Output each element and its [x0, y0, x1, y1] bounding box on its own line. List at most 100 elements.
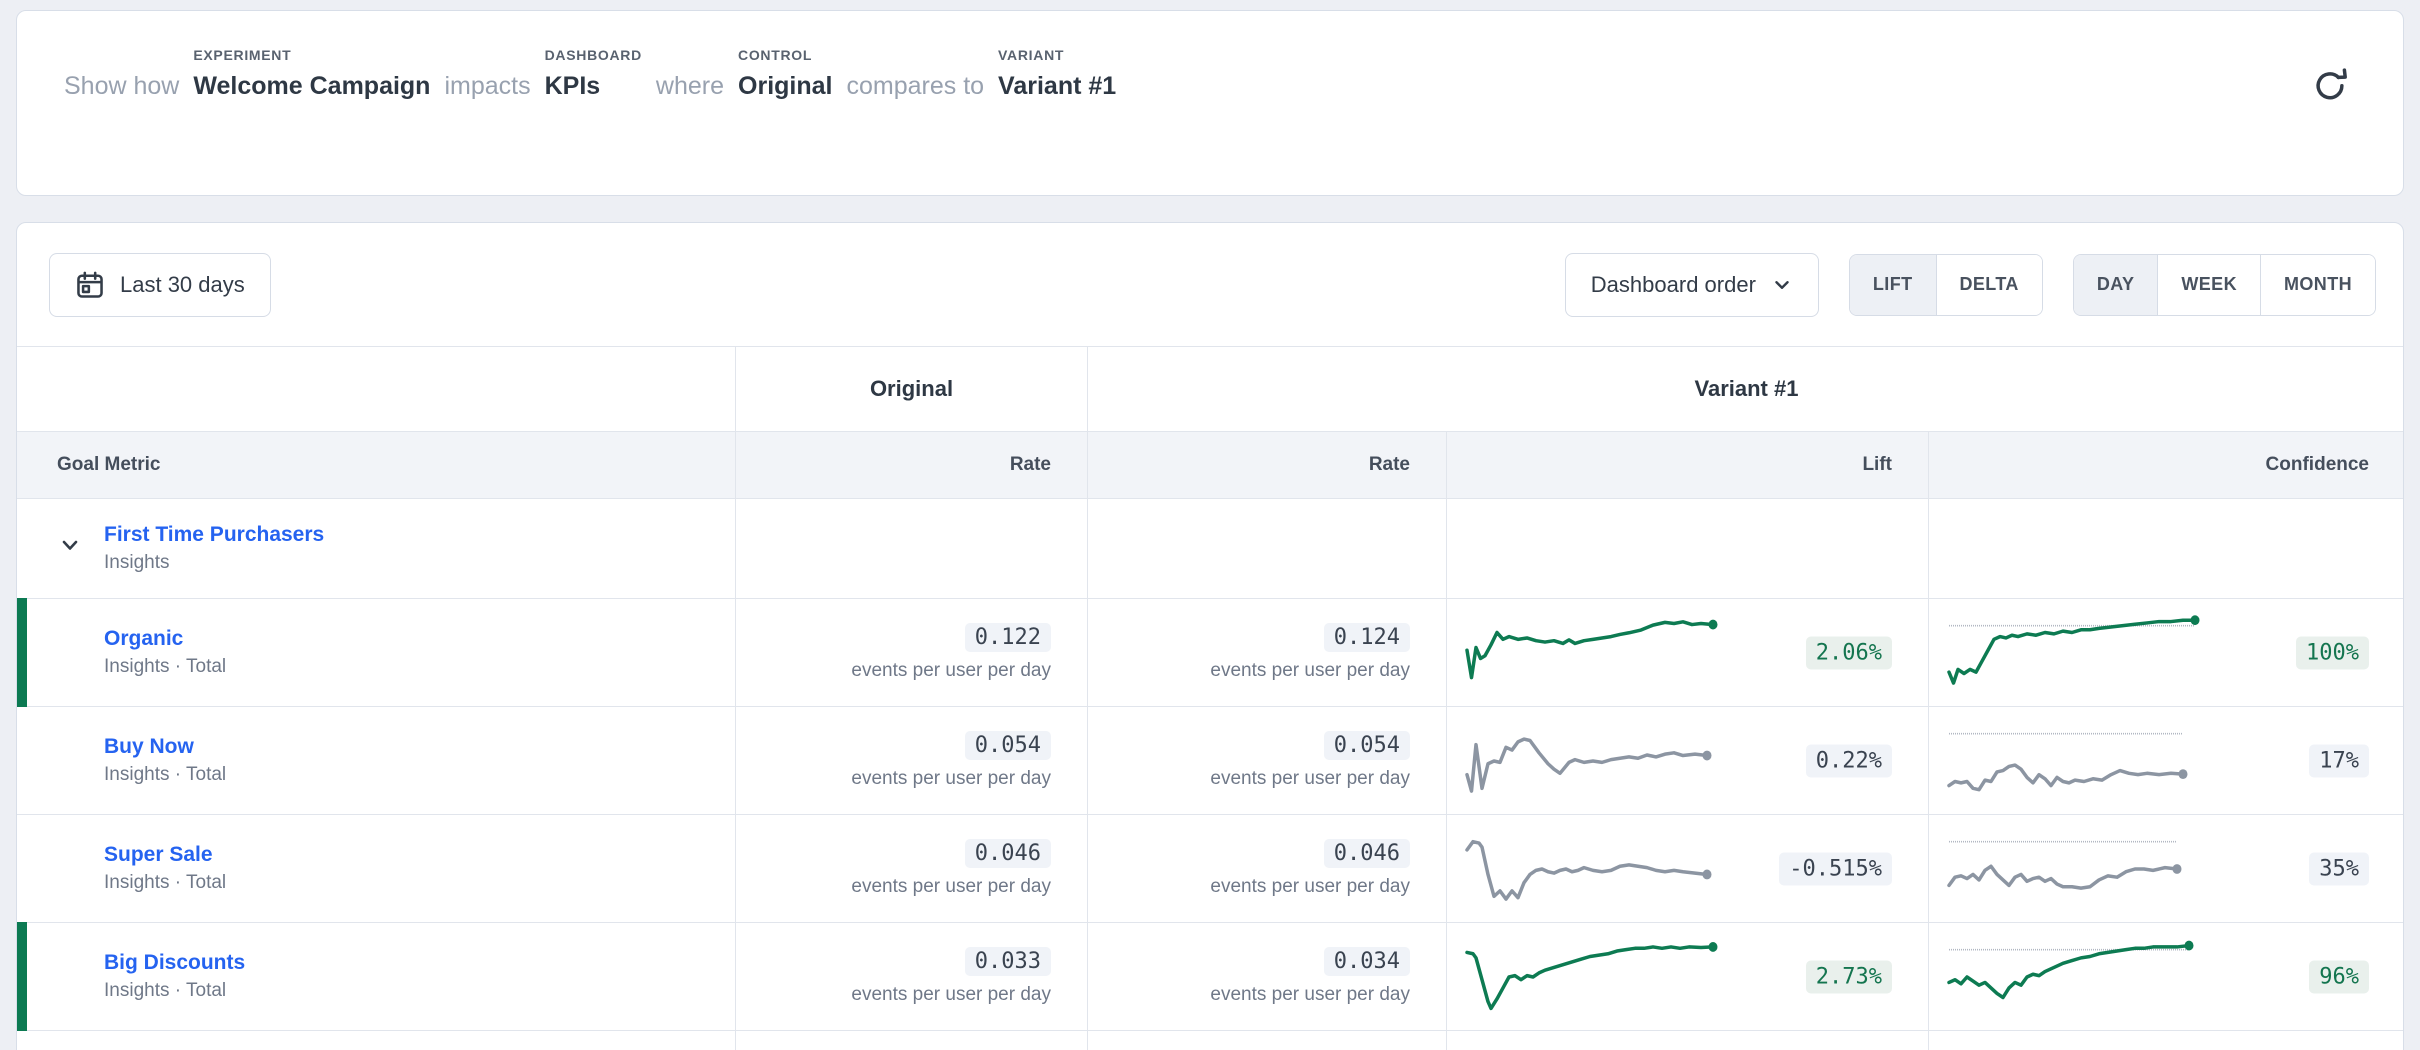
lift-sparkline	[1461, 936, 1761, 1018]
empty-cell	[1929, 1031, 2404, 1050]
empty-cell	[1088, 499, 1447, 598]
segment-week[interactable]: WEEK	[2157, 255, 2260, 315]
variant-rate-value: 0.054	[1324, 731, 1410, 760]
confidence-sparkline	[1943, 612, 2243, 694]
lift-sparkline	[1461, 828, 1761, 910]
segment-delta[interactable]: DELTA	[1936, 255, 2042, 315]
control-rate-value: 0.122	[965, 623, 1051, 652]
sentence-connector-where: where	[656, 72, 724, 103]
confidence-sparkline	[1943, 936, 2243, 1018]
table-parent-row: First Time Purchasers Insights	[17, 499, 2404, 599]
lift-sparkline	[1461, 720, 1761, 802]
date-range-button[interactable]: Last 30 days	[49, 253, 271, 317]
confidence-sparkline	[1943, 828, 2243, 910]
dashboard-order-label: Dashboard order	[1591, 272, 1756, 298]
metric-source: Insights	[104, 552, 324, 574]
empty-cell	[736, 499, 1088, 598]
control-value: Original	[738, 72, 832, 103]
dashboard-selector[interactable]: DASHBOARD KPIs	[545, 47, 642, 103]
segment-lift[interactable]: LIFT	[1850, 255, 1936, 315]
confidence-sparkline	[1943, 720, 2243, 802]
sentence-connector-impacts: impacts	[444, 72, 530, 103]
empty-cell	[1929, 499, 2404, 598]
control-selector[interactable]: CONTROL Original	[738, 47, 832, 103]
rate-unit: events per user per day	[1210, 876, 1410, 898]
table-column-header-row: Goal Metric Rate Rate Lift Confidence	[17, 432, 2404, 499]
metric-link[interactable]: Buy Now	[104, 735, 226, 759]
refresh-icon	[2311, 66, 2349, 104]
group-header-variant: Variant #1	[1088, 347, 2404, 431]
experiment-selector[interactable]: EXPERIMENT Welcome Campaign	[193, 47, 430, 103]
sentence-prefix: Show how	[64, 72, 179, 103]
table-row: Organic Insights · Total 0.122 events pe…	[17, 599, 2404, 707]
lift-delta-toggle: LIFT DELTA	[1849, 254, 2043, 316]
rate-unit: events per user per day	[1210, 660, 1410, 682]
rate-unit: events per user per day	[851, 876, 1051, 898]
column-goal-metric: Goal Metric	[17, 432, 736, 498]
lift-value: -0.515%	[1779, 852, 1892, 885]
sentence-connector-compares: compares to	[846, 72, 984, 103]
calendar-icon	[75, 270, 105, 300]
refresh-button[interactable]	[2309, 65, 2351, 107]
variant-label: VARIANT	[998, 47, 1116, 63]
collapse-toggle-button[interactable]	[53, 529, 87, 563]
empty-cell	[1088, 1031, 1447, 1050]
table-row: Big Discounts Insights · Total 0.033 eve…	[17, 923, 2404, 1031]
table-row: Buy Now Insights · Total 0.054 events pe…	[17, 707, 2404, 815]
metric-link[interactable]: First Time Purchasers	[104, 523, 324, 547]
variant-rate-value: 0.046	[1324, 839, 1410, 868]
column-confidence: Confidence	[1929, 432, 2404, 498]
metric-link[interactable]: Super Sale	[104, 843, 226, 867]
toolbar-right-cluster: Dashboard order LIFT DELTA DAY WEEK MONT…	[1565, 253, 2376, 317]
metric-source: Insights · Total	[104, 872, 226, 894]
empty-cell	[736, 1031, 1088, 1050]
column-lift: Lift	[1447, 432, 1929, 498]
rate-unit: events per user per day	[1210, 768, 1410, 790]
empty-cell	[17, 1031, 736, 1050]
dashboard-label: DASHBOARD	[545, 47, 642, 63]
segment-month[interactable]: MONTH	[2260, 255, 2375, 315]
date-range-label: Last 30 days	[120, 272, 245, 298]
lift-sparkline	[1461, 612, 1761, 694]
group-header-spacer	[17, 347, 736, 431]
lift-value: 2.73%	[1806, 960, 1892, 993]
lift-value: 0.22%	[1806, 744, 1892, 777]
metrics-table: Original Variant #1 Goal Metric Rate Rat…	[17, 346, 2404, 1050]
column-variant-rate: Rate	[1088, 432, 1447, 498]
metric-link[interactable]: Big Discounts	[104, 951, 245, 975]
empty-cell	[1447, 1031, 1929, 1050]
dashboard-order-dropdown[interactable]: Dashboard order	[1565, 253, 1819, 317]
empty-cell	[1447, 499, 1929, 598]
control-rate-value: 0.054	[965, 731, 1051, 760]
experiment-label: EXPERIMENT	[193, 47, 430, 63]
dashboard-value: KPIs	[545, 72, 642, 103]
chevron-down-icon	[1771, 274, 1793, 296]
confidence-value: 96%	[2309, 960, 2369, 993]
experiment-summary-card: Show how EXPERIMENT Welcome Campaign imp…	[16, 10, 2404, 196]
rate-unit: events per user per day	[1210, 984, 1410, 1006]
experiment-value: Welcome Campaign	[193, 72, 430, 103]
lift-value: 2.06%	[1806, 636, 1892, 669]
group-header-control: Original	[736, 347, 1088, 431]
metric-source: Insights · Total	[104, 764, 226, 786]
table-group-header-row: Original Variant #1	[17, 347, 2404, 432]
variant-rate-value: 0.124	[1324, 623, 1410, 652]
confidence-value: 100%	[2296, 636, 2369, 669]
metric-link[interactable]: Organic	[104, 627, 226, 651]
segment-day[interactable]: DAY	[2074, 255, 2158, 315]
confidence-value: 35%	[2309, 852, 2369, 885]
table-row: Super Sale Insights · Total 0.046 events…	[17, 815, 2404, 923]
granularity-toggle: DAY WEEK MONTH	[2073, 254, 2376, 316]
metric-source: Insights · Total	[104, 656, 226, 678]
variant-value: Variant #1	[998, 72, 1116, 103]
toolbar: Last 30 days Dashboard order LIFT DELTA …	[17, 223, 2403, 346]
rate-unit: events per user per day	[851, 660, 1051, 682]
rate-unit: events per user per day	[851, 984, 1051, 1006]
control-rate-value: 0.046	[965, 839, 1051, 868]
experiment-sentence: Show how EXPERIMENT Welcome Campaign imp…	[64, 47, 1116, 103]
rate-unit: events per user per day	[851, 768, 1051, 790]
control-rate-value: 0.033	[965, 947, 1051, 976]
table-row-partial	[17, 1031, 2404, 1050]
confidence-value: 17%	[2309, 744, 2369, 777]
variant-selector[interactable]: VARIANT Variant #1	[998, 47, 1116, 103]
